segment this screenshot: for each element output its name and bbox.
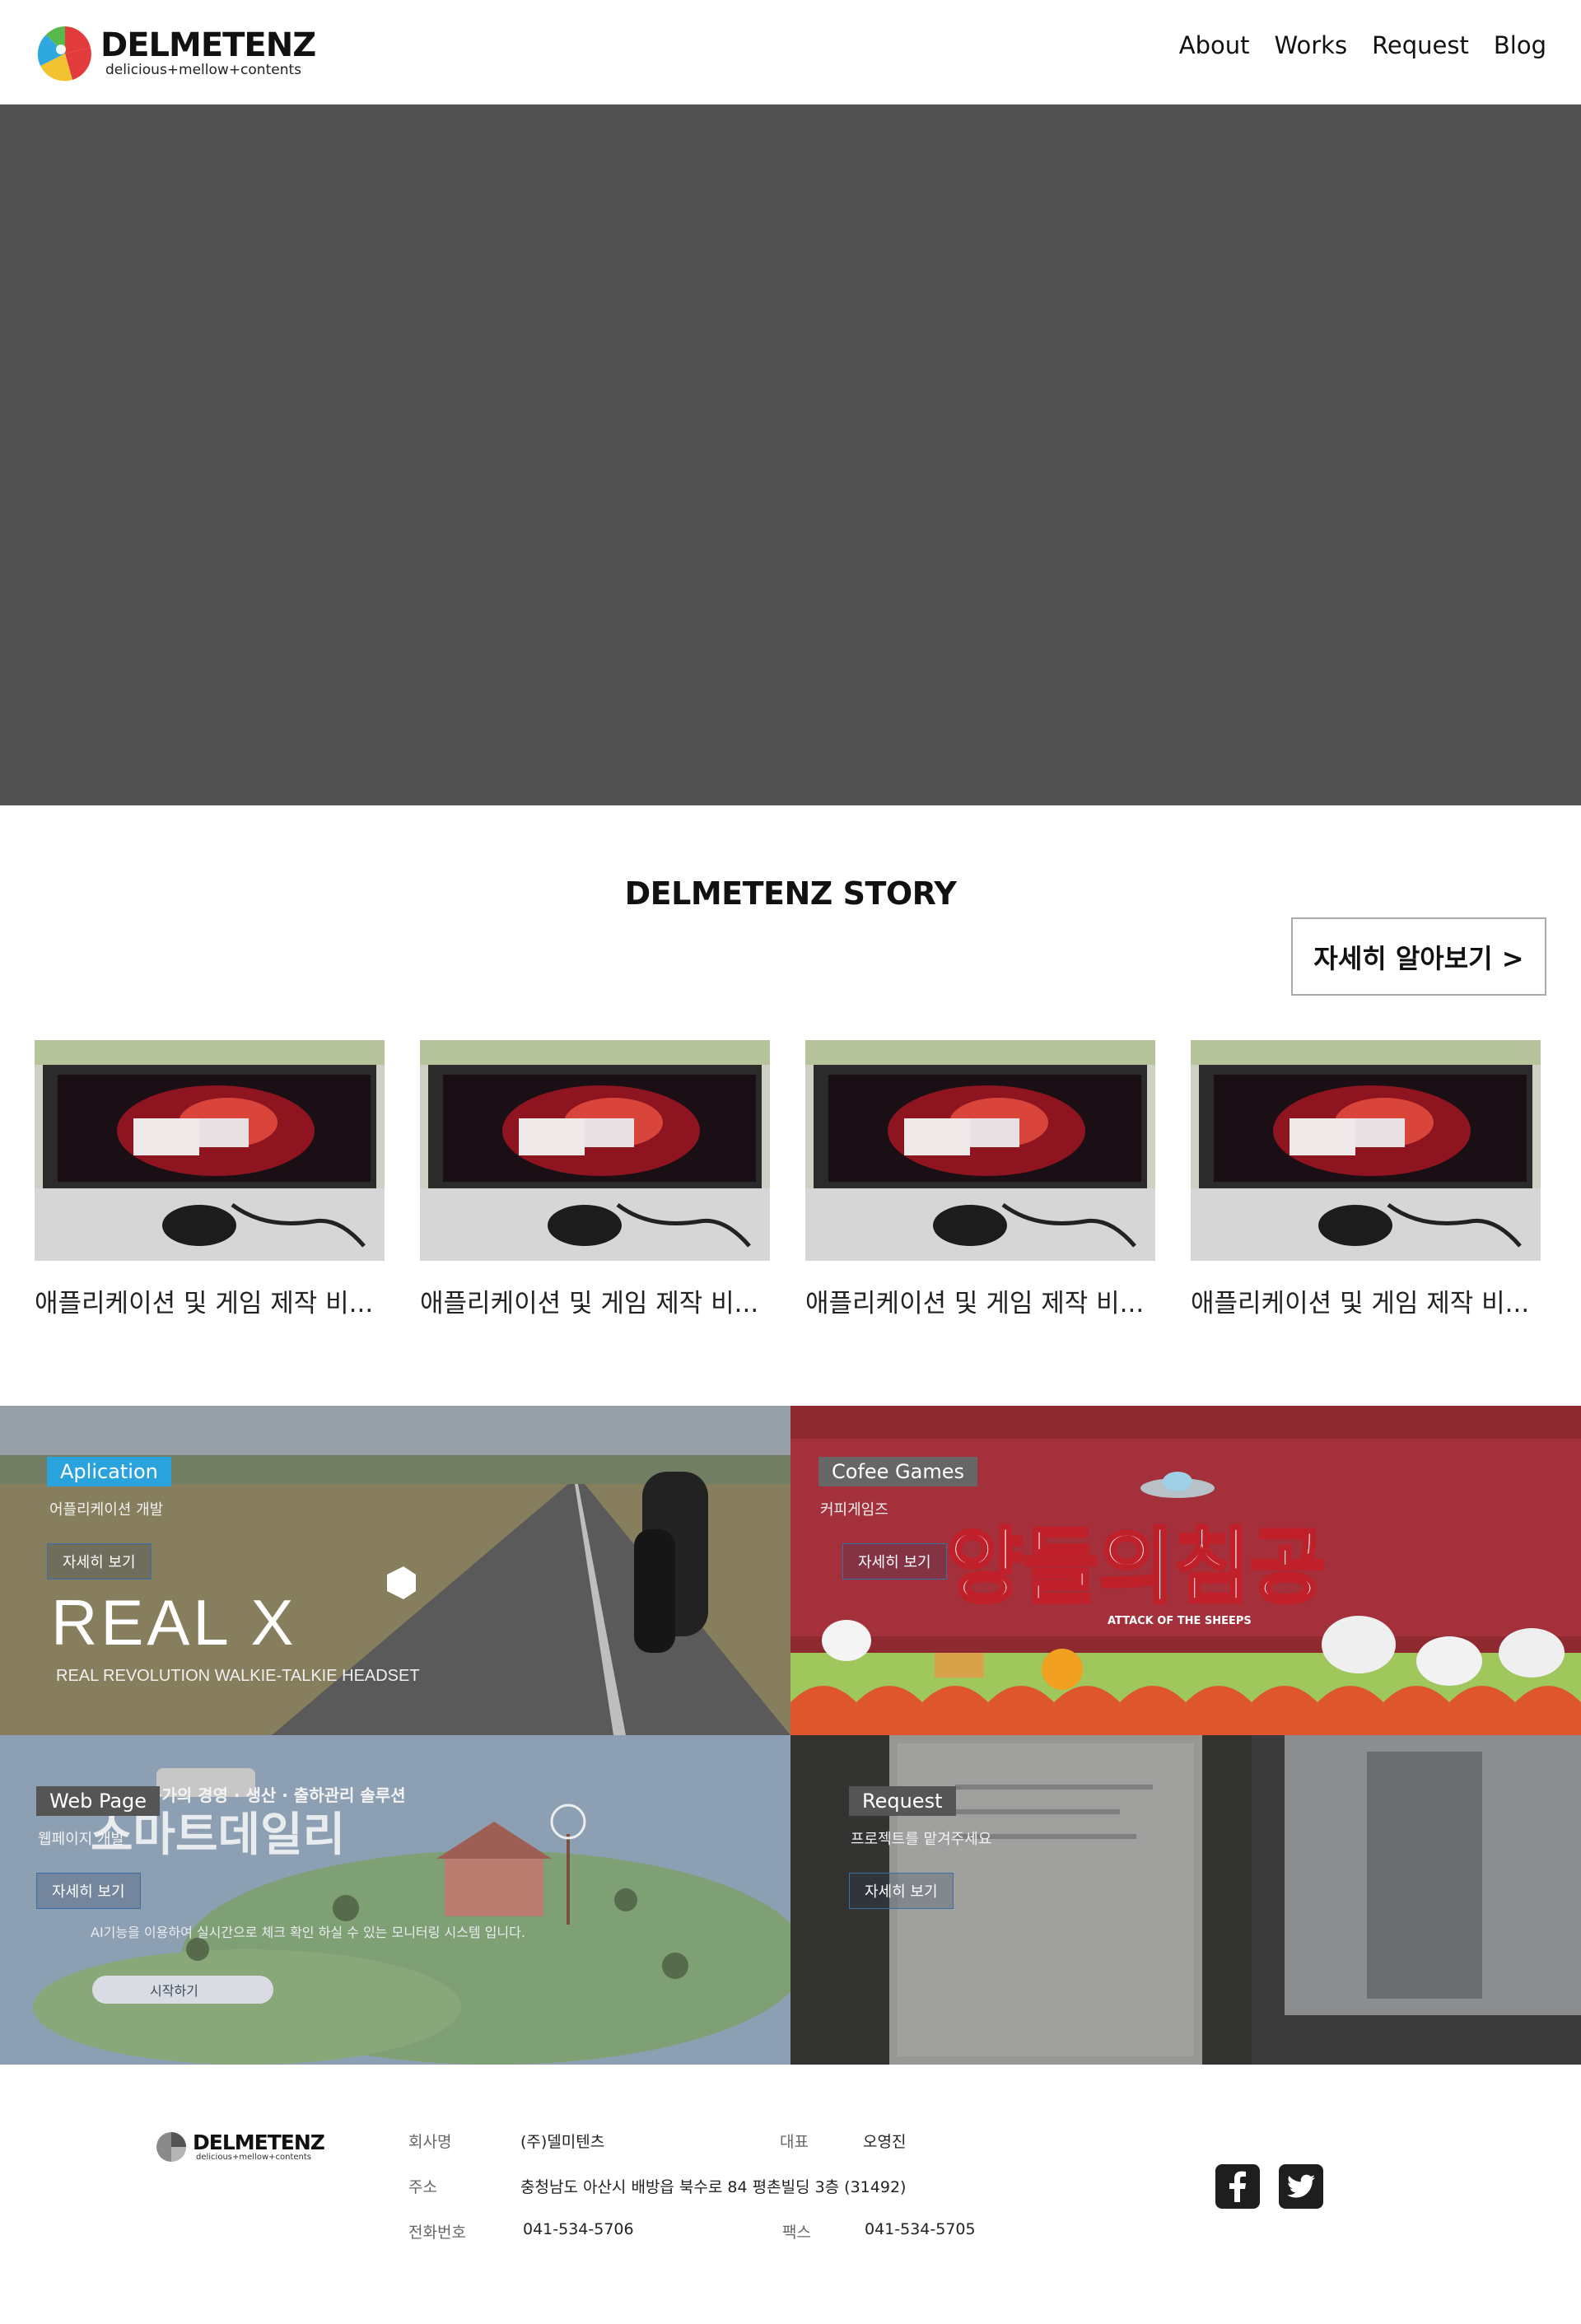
realx-subtext: REAL REVOLUTION WALKIE-TALKIE HEADSET xyxy=(56,1667,420,1685)
story-cards: 애플리케이션 및 게임 제작 비... 애플리케이션 및 게임 제작 비... xyxy=(35,1040,1546,1320)
card-image xyxy=(420,1040,770,1261)
hero-banner xyxy=(0,105,1581,805)
footer-brand-tagline: delicious+mellow+contents xyxy=(196,2152,311,2162)
brand-logo[interactable]: DELMETENZ delicious+mellow+contents xyxy=(36,25,316,82)
nav-request[interactable]: Request xyxy=(1372,31,1469,59)
web-title-text: 스마트데일리 xyxy=(91,1808,345,1862)
company-value: (주)델미텐츠 xyxy=(520,2133,605,2151)
story-card[interactable]: 애플리케이션 및 게임 제작 비... xyxy=(35,1040,385,1319)
nav-about[interactable]: About xyxy=(1179,31,1250,59)
logo-mark-icon xyxy=(37,26,92,82)
web-headline-text: 농가의 경영 · 생산 · 출하관리 솔루션 xyxy=(147,1785,406,1805)
tile-badge: Request xyxy=(849,1786,956,1816)
twitter-icon[interactable] xyxy=(1279,2164,1323,2209)
tile-detail-button[interactable]: 자세히 보기 xyxy=(36,1873,141,1909)
story-card[interactable]: 애플리케이션 및 게임 제작 비... xyxy=(420,1040,770,1319)
fax-value: 041-534-5705 xyxy=(865,2220,976,2238)
tile-subtitle: 어플리케이션 개발 xyxy=(49,1501,164,1519)
fax-label: 팩스 xyxy=(782,2224,811,2242)
ceo-value: 오영진 xyxy=(863,2133,907,2151)
tile-detail-button[interactable]: 자세히 보기 xyxy=(842,1543,947,1580)
web-desc-text: AI기능을 이용하여 실시간으로 체크 확인 하실 수 있는 모니터링 시스템 … xyxy=(91,1925,525,1940)
address-label: 주소 xyxy=(408,2178,437,2196)
tile-request[interactable]: Request 프로젝트를 맡겨주세요 자세히 보기 xyxy=(790,1735,1581,2065)
ceo-label: 대표 xyxy=(780,2133,809,2151)
tile-web-page[interactable]: 농가의 경영 · 생산 · 출하관리 솔루션 스마트데일리 AI기능을 이용하여… xyxy=(0,1735,790,2065)
more-info-button[interactable]: 자세히 알아보기 > xyxy=(1291,917,1546,996)
footer-brand-name: DELMETENZ xyxy=(193,2130,325,2154)
brand-name: DELMETENZ xyxy=(100,26,316,64)
tile-cofee-games[interactable]: 양들의침공 ATTACK OF THE SHEEPS Cofee Games 커… xyxy=(790,1406,1581,1735)
main-nav: About Works Request Blog xyxy=(1179,31,1546,59)
tile-detail-button[interactable]: 자세히 보기 xyxy=(849,1873,954,1909)
tile-detail-button[interactable]: 자세히 보기 xyxy=(47,1543,152,1580)
card-title: 애플리케이션 및 게임 제작 비... xyxy=(420,1289,759,1318)
games-title-text: 양들의침공 xyxy=(947,1519,1326,1615)
web-start-text: 시작하기 xyxy=(150,1983,198,1999)
tile-badge: Aplication xyxy=(47,1457,171,1486)
story-title: DELMETENZ STORY xyxy=(624,875,957,912)
nav-works[interactable]: Works xyxy=(1275,31,1348,59)
card-title: 애플리케이션 및 게임 제작 비... xyxy=(805,1289,1145,1318)
tile-application[interactable]: REAL X REAL REVOLUTION WALKIE-TALKIE HEA… xyxy=(0,1406,790,1735)
phone-value: 041-534-5706 xyxy=(523,2220,634,2238)
tile-subtitle: 프로젝트를 맡겨주세요 xyxy=(851,1831,992,1848)
card-title: 애플리케이션 및 게임 제작 비... xyxy=(1191,1289,1530,1318)
tile-subtitle: 커피게임즈 xyxy=(820,1501,888,1519)
card-image xyxy=(35,1040,385,1261)
card-image xyxy=(1191,1040,1541,1261)
phone-label: 전화번호 xyxy=(408,2224,466,2242)
tile-badge: Web Page xyxy=(36,1786,161,1816)
nav-blog[interactable]: Blog xyxy=(1494,31,1546,59)
site-header: DELMETENZ delicious+mellow+contents Abou… xyxy=(0,0,1581,105)
story-card[interactable]: 애플리케이션 및 게임 제작 비... xyxy=(805,1040,1155,1319)
story-card[interactable]: 애플리케이션 및 게임 제작 비... xyxy=(1191,1040,1541,1319)
tile-subtitle: 웹페이지 개발 xyxy=(38,1831,125,1848)
realx-logo-text: REAL X xyxy=(51,1586,297,1659)
company-label: 회사명 xyxy=(408,2133,452,2151)
tile-badge: Cofee Games xyxy=(818,1457,978,1486)
facebook-icon[interactable] xyxy=(1215,2164,1260,2209)
card-image xyxy=(805,1040,1155,1261)
address-value: 충청남도 아산시 배방읍 북수로 84 평촌빌딩 3층 (31492) xyxy=(520,2178,907,2196)
footer-logo[interactable]: DELMETENZ delicious+mellow+contents xyxy=(155,2130,325,2163)
footer-logo-mark-icon xyxy=(156,2132,186,2162)
brand-tagline: delicious+mellow+contents xyxy=(105,62,301,78)
games-subtext: ATTACK OF THE SHEEPS xyxy=(1108,1615,1252,1627)
site-footer: DELMETENZ delicious+mellow+contents 회사명 … xyxy=(0,2065,1581,2324)
card-title: 애플리케이션 및 게임 제작 비... xyxy=(35,1289,374,1318)
